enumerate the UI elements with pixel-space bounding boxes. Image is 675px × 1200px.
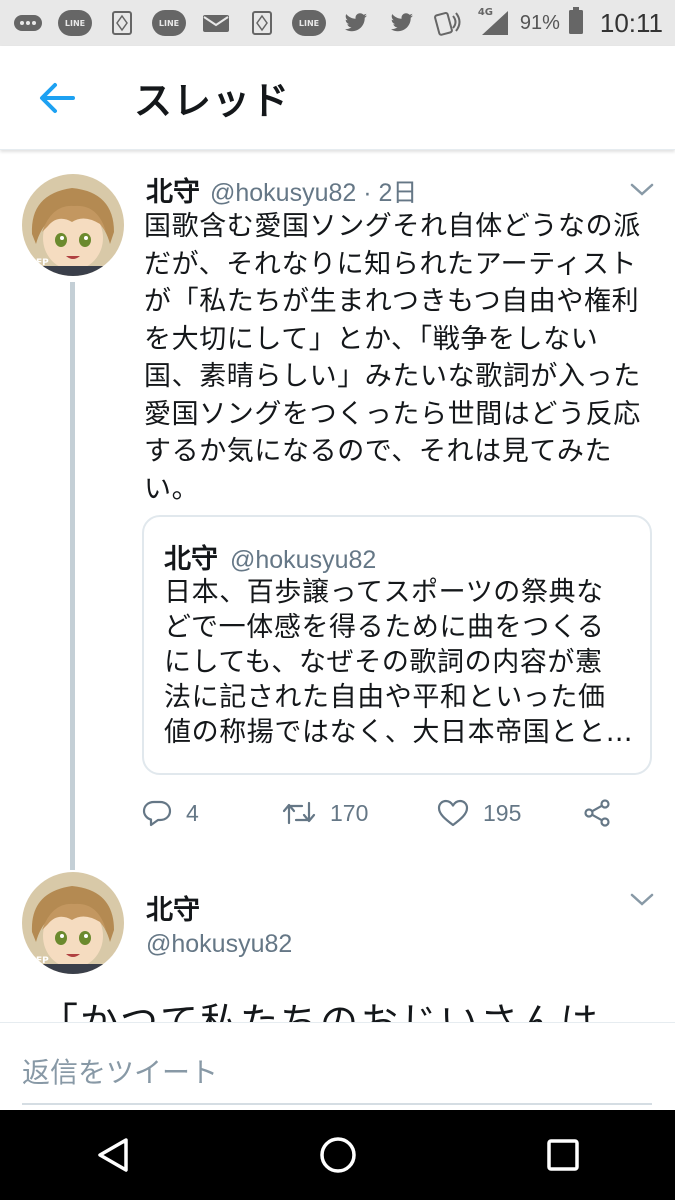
quoted-tweet-text: 日本、百歩譲ってスポーツの祭典な どで一体感を得るために曲をつくる にしても、な… [164,575,634,750]
back-button[interactable] [22,63,92,133]
author-handle-time: @hokusyu82 · 2日 [210,179,418,207]
quoted-tweet-header: 北守 @hokusyu82 [164,537,376,576]
tweet-text: 国歌含む愛国ソングそれ自体どうなの派 だが、それなりに知られたアーティスト が「… [144,208,659,508]
quoted-text-line: にしても、なぜその歌詞の内容が憲 [164,647,603,678]
tweet2-text: 「かつて私たちのおじいさんは [40,1000,601,1022]
tweet2-menu-button[interactable] [627,885,657,915]
clock: 10:11 [599,7,663,38]
retweet-icon [282,801,316,825]
line-icon: LINE [292,10,326,36]
reply-count: 4 [186,799,199,826]
nav-back-button[interactable] [73,1115,153,1195]
share-button[interactable] [582,798,612,828]
like-button[interactable]: 195 [437,799,582,827]
mail-icon [200,11,232,35]
network-label: 4G [477,7,493,18]
tweet-actions: 4 170 195 [142,793,612,833]
reply-bar [0,1022,675,1110]
line-icon: LINE [58,10,92,36]
nav-home-button[interactable] [298,1115,378,1195]
quoted-text-line: 法に記された自由や平和といった価 [164,682,606,713]
tweet-text-line: 愛国ソングをつくったら世間はどう反応 [144,398,641,430]
quoted-tweet[interactable]: 北守 @hokusyu82 日本、百歩譲ってスポーツの祭典な どで一体感を得るた… [142,515,652,775]
back-arrow-icon [40,82,75,113]
reply-button[interactable]: 4 [142,799,282,827]
tweet2-author-name[interactable]: 北守 [146,888,200,927]
status-bar: LINE LINE LINE 4G 91% 10:11 [0,0,675,46]
retweet-count: 170 [330,799,369,826]
tweet-text-line: するか気になるので、それは見てみた [144,436,613,467]
status-right: 4G 91% 10:11 [478,7,663,39]
tweet-text-line: だが、それなりに知られたアーティスト [144,248,638,280]
recents-square-icon [546,1139,579,1171]
battery-percent: 91% [519,11,560,34]
quoted-author-handle: @hokusyu82 [230,546,377,574]
tweet-text-line: 国歌含む愛国ソングそれ自体どうなの派 [144,211,641,242]
back-triangle-icon [97,1138,128,1172]
quoted-text-line: 値の称揚ではなく、大日本帝国とと… [164,717,634,748]
line-icon: LINE [152,10,186,36]
quoted-text-line: 日本、百歩譲ってスポーツの祭典な [164,577,604,608]
tweet-header: 北守 @hokusyu82 · 2日 [146,170,417,209]
android-nav-bar [0,1110,675,1200]
retweet-button[interactable]: 170 [282,799,437,827]
tweet-text-line: を大切にして」とか、「戦争をしない [144,323,599,355]
avatar-badge: FP [36,956,49,966]
share-icon [584,799,610,827]
app-header: スレッド [0,46,675,150]
twitter-icon [386,11,418,35]
nfc-icon [432,11,464,36]
more-icon [12,11,44,35]
home-circle-icon [319,1137,356,1173]
nav-recents-button[interactable] [523,1115,603,1195]
twitter-icon [340,11,372,35]
reply-icon [142,800,172,827]
tweet-text-line: が「私たちが生まれつきもつ自由や権利 [144,286,640,317]
app-icon [106,11,138,35]
chevron-down-icon [630,183,654,196]
tweet-menu-button[interactable] [627,175,657,205]
author-name[interactable]: 北守 [146,170,200,209]
quoted-author-name: 北守 [164,544,218,575]
avatar-badge: FP [36,258,49,268]
tweet-text-line: い。 [144,473,200,505]
tweet-text-line: 国、素晴らしい」みたいな歌詞が入った [144,361,641,392]
tweet2-author-handle: @hokusyu82 [146,930,293,958]
chevron-down-icon [630,893,654,906]
quoted-text-line: どで一体感を得るために曲をつくる [164,612,605,643]
avatar[interactable]: FP [22,174,124,276]
avatar[interactable]: FP [22,872,124,974]
reply-input[interactable] [22,1041,652,1105]
signal-icon: 4G [477,7,512,37]
thread-connector [70,282,75,870]
heart-icon [437,799,469,827]
battery-icon [568,7,584,39]
page-title: スレッド [134,79,291,123]
app-icon [246,11,278,35]
notification-icons: LINE LINE LINE [12,10,478,36]
like-count: 195 [483,799,522,826]
